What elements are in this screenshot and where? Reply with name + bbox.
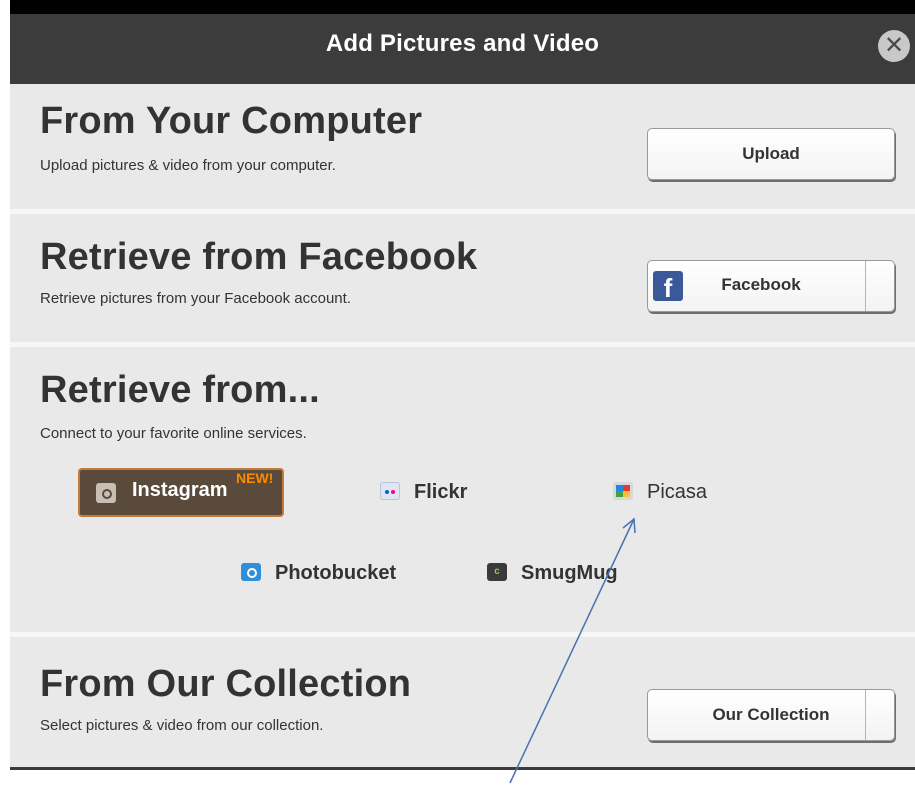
section-heading-services: Retrieve from... <box>40 369 320 411</box>
section-heading-computer: From Your Computer <box>40 100 423 142</box>
smugmug-icon: ͨ <box>487 562 507 581</box>
instagram-button[interactable]: Instagram NEW! <box>78 468 284 517</box>
add-media-dialog: Add Pictures and Video ✕ From Your Compu… <box>10 0 915 770</box>
upload-button-label: Upload <box>742 144 800 163</box>
section-collection: From Our Collection Select pictures & vi… <box>10 637 915 767</box>
close-icon[interactable]: ✕ <box>878 30 910 62</box>
picasa-label: Picasa <box>647 481 708 503</box>
our-collection-button[interactable]: Our Collection <box>647 689 895 741</box>
photobucket-button[interactable]: Photobucket <box>241 558 396 588</box>
upload-button[interactable]: Upload <box>647 128 895 180</box>
button-divider <box>865 690 866 740</box>
instagram-icon <box>96 483 116 503</box>
dialog-title: Add Pictures and Video <box>325 30 600 57</box>
section-heading-collection: From Our Collection <box>40 663 412 705</box>
section-from-computer: From Your Computer Upload pictures & vid… <box>10 84 915 209</box>
top-edge <box>10 0 915 14</box>
dialog-title-bar: Add Pictures and Video ✕ <box>10 0 915 90</box>
flickr-icon <box>380 481 400 500</box>
section-description-computer: Upload pictures & video from your comput… <box>40 157 336 174</box>
instagram-label: Instagram <box>132 479 228 501</box>
facebook-logo-icon: f <box>653 271 683 303</box>
smugmug-button[interactable]: ͨ SmugMug <box>487 558 618 588</box>
new-badge: NEW! <box>236 470 274 486</box>
section-facebook: Retrieve from Facebook Retrieve pictures… <box>10 214 915 342</box>
section-heading-facebook: Retrieve from Facebook <box>40 236 478 278</box>
section-description-collection: Select pictures & video from our collect… <box>40 717 324 734</box>
photobucket-icon <box>241 562 261 581</box>
smugmug-label: SmugMug <box>521 562 618 584</box>
our-collection-button-label: Our Collection <box>712 705 830 724</box>
facebook-button-label: Facebook <box>721 275 801 294</box>
picasa-button[interactable]: Picasa <box>613 477 707 507</box>
flickr-button[interactable]: Flickr <box>380 477 467 507</box>
flickr-label: Flickr <box>414 481 468 503</box>
facebook-button[interactable]: f Facebook <box>647 260 895 312</box>
section-description-facebook: Retrieve pictures from your Facebook acc… <box>40 290 351 307</box>
button-divider <box>865 261 866 311</box>
section-description-services: Connect to your favorite online services… <box>40 425 307 442</box>
photobucket-label: Photobucket <box>275 562 397 584</box>
picasa-icon <box>613 481 633 500</box>
